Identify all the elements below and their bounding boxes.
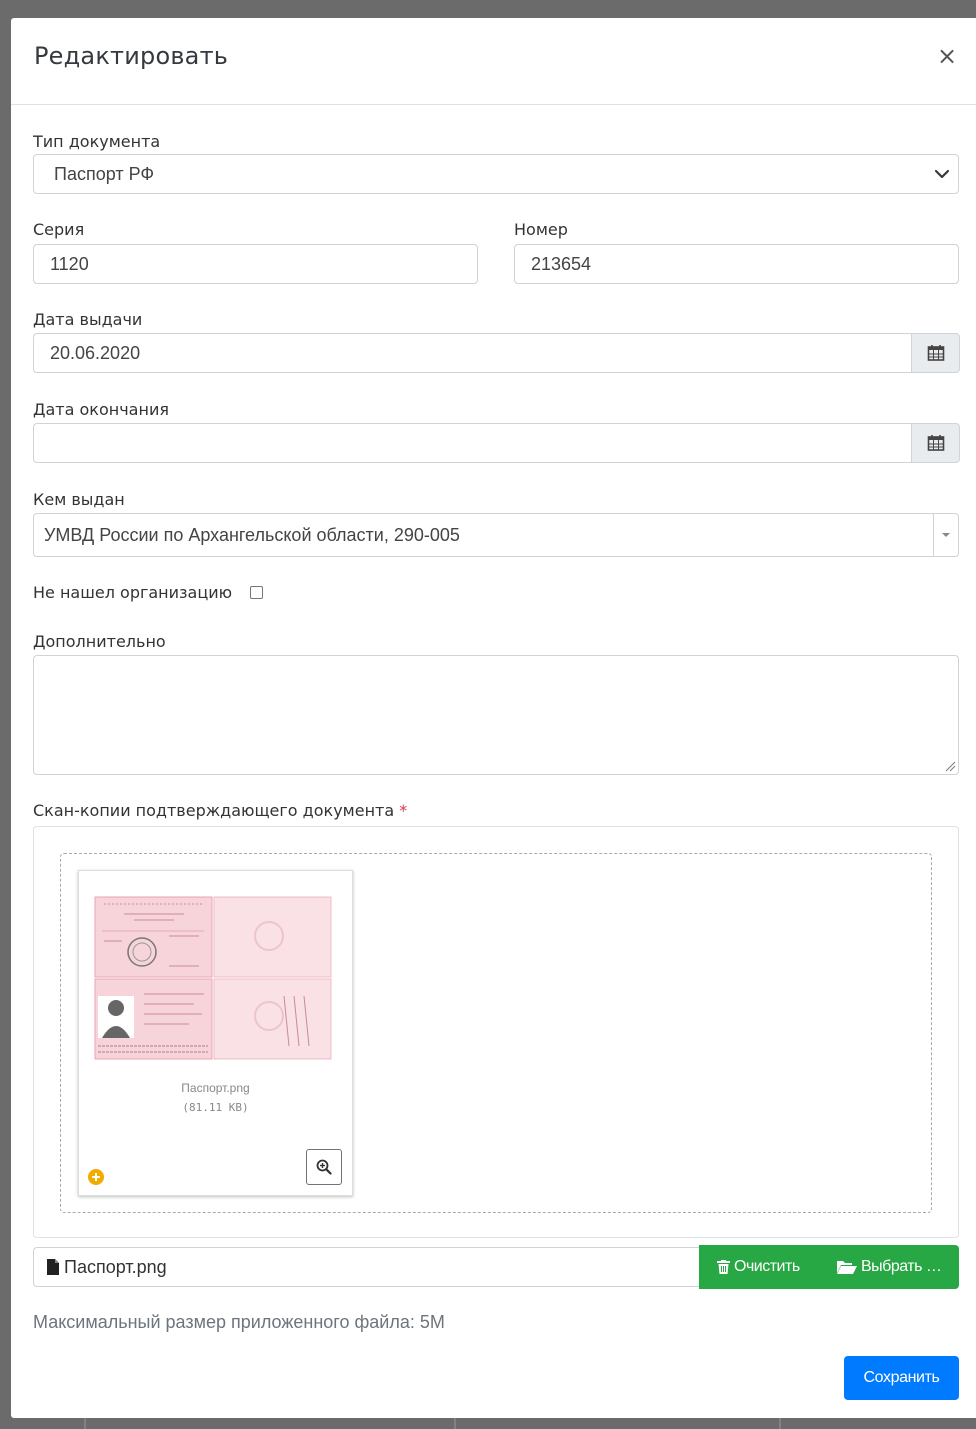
- file-preview-card: Паспорт.png (81.11 KB): [78, 870, 353, 1196]
- file-size: (81.11 KB): [182, 1101, 249, 1114]
- document-type-label: Тип документа: [33, 132, 161, 151]
- trash-icon: [717, 1260, 730, 1274]
- browse-button[interactable]: Выбрать …: [823, 1245, 959, 1289]
- plus-circle-icon: [88, 1169, 104, 1185]
- scans-label-text: Скан-копии подтверждающего документа: [33, 801, 395, 820]
- org-not-found-label: Не нашел организацию: [33, 583, 233, 602]
- folder-open-icon: [837, 1261, 857, 1274]
- expiry-date-label: Дата окончания: [33, 400, 169, 419]
- caret-down-icon: [942, 533, 950, 537]
- expiry-date-calendar-button[interactable]: [911, 423, 960, 463]
- series-value: 1120: [50, 253, 89, 274]
- number-label: Номер: [514, 220, 568, 239]
- issue-date-calendar-button[interactable]: [911, 333, 960, 373]
- issued-by-select[interactable]: УМВД России по Архангельской области, 29…: [33, 513, 959, 557]
- document-type-select[interactable]: Паспорт РФ: [33, 154, 959, 194]
- edit-modal: Редактировать × Тип документа Паспорт РФ…: [11, 18, 976, 1418]
- series-input[interactable]: 1120: [33, 244, 478, 284]
- zoom-in-icon: [316, 1159, 332, 1175]
- issue-date-input[interactable]: 20.06.2020: [33, 333, 912, 373]
- clear-label: Очистить: [734, 1258, 800, 1275]
- modal-title: Редактировать: [34, 42, 229, 70]
- org-not-found-checkbox[interactable]: [250, 586, 263, 599]
- resize-handle-icon[interactable]: [944, 760, 956, 772]
- close-button[interactable]: ×: [936, 44, 958, 68]
- issued-by-value: УМВД России по Архангельской области, 29…: [44, 524, 460, 545]
- save-button[interactable]: Сохранить: [844, 1356, 959, 1400]
- number-value: 213654: [531, 253, 592, 274]
- clear-button[interactable]: Очистить: [699, 1245, 823, 1289]
- expiry-date-input[interactable]: [33, 423, 912, 463]
- file-caption-text: Паспорт.png: [64, 1256, 167, 1277]
- zoom-button[interactable]: [306, 1149, 342, 1185]
- max-file-size-hint: Максимальный размер приложенного файла: …: [33, 1312, 445, 1332]
- select-arrow[interactable]: [933, 514, 958, 556]
- file-icon: [47, 1259, 59, 1275]
- file-name: Паспорт.png: [181, 1081, 250, 1095]
- file-caption[interactable]: Паспорт.png: [33, 1247, 701, 1287]
- chevron-down-icon: [934, 169, 950, 179]
- additional-label: Дополнительно: [33, 632, 166, 651]
- calendar-icon: [927, 345, 944, 361]
- calendar-icon: [927, 435, 944, 451]
- additional-textarea[interactable]: [33, 655, 959, 775]
- modal-header: Редактировать ×: [11, 18, 976, 105]
- file-preview-area: Паспорт.png (81.11 KB): [33, 826, 959, 1238]
- passport-thumbnail: [94, 896, 332, 1061]
- scans-label: Скан-копии подтверждающего документа *: [33, 801, 407, 820]
- browse-label: Выбрать …: [861, 1258, 942, 1275]
- file-drop-zone[interactable]: Паспорт.png (81.11 KB): [60, 853, 932, 1213]
- series-label: Серия: [33, 220, 85, 239]
- issue-date-value: 20.06.2020: [50, 342, 141, 363]
- issued-by-label: Кем выдан: [33, 490, 125, 509]
- number-input[interactable]: 213654: [514, 244, 959, 284]
- issue-date-label: Дата выдачи: [33, 310, 143, 329]
- document-type-value: Паспорт РФ: [54, 163, 155, 184]
- required-mark: *: [399, 801, 408, 820]
